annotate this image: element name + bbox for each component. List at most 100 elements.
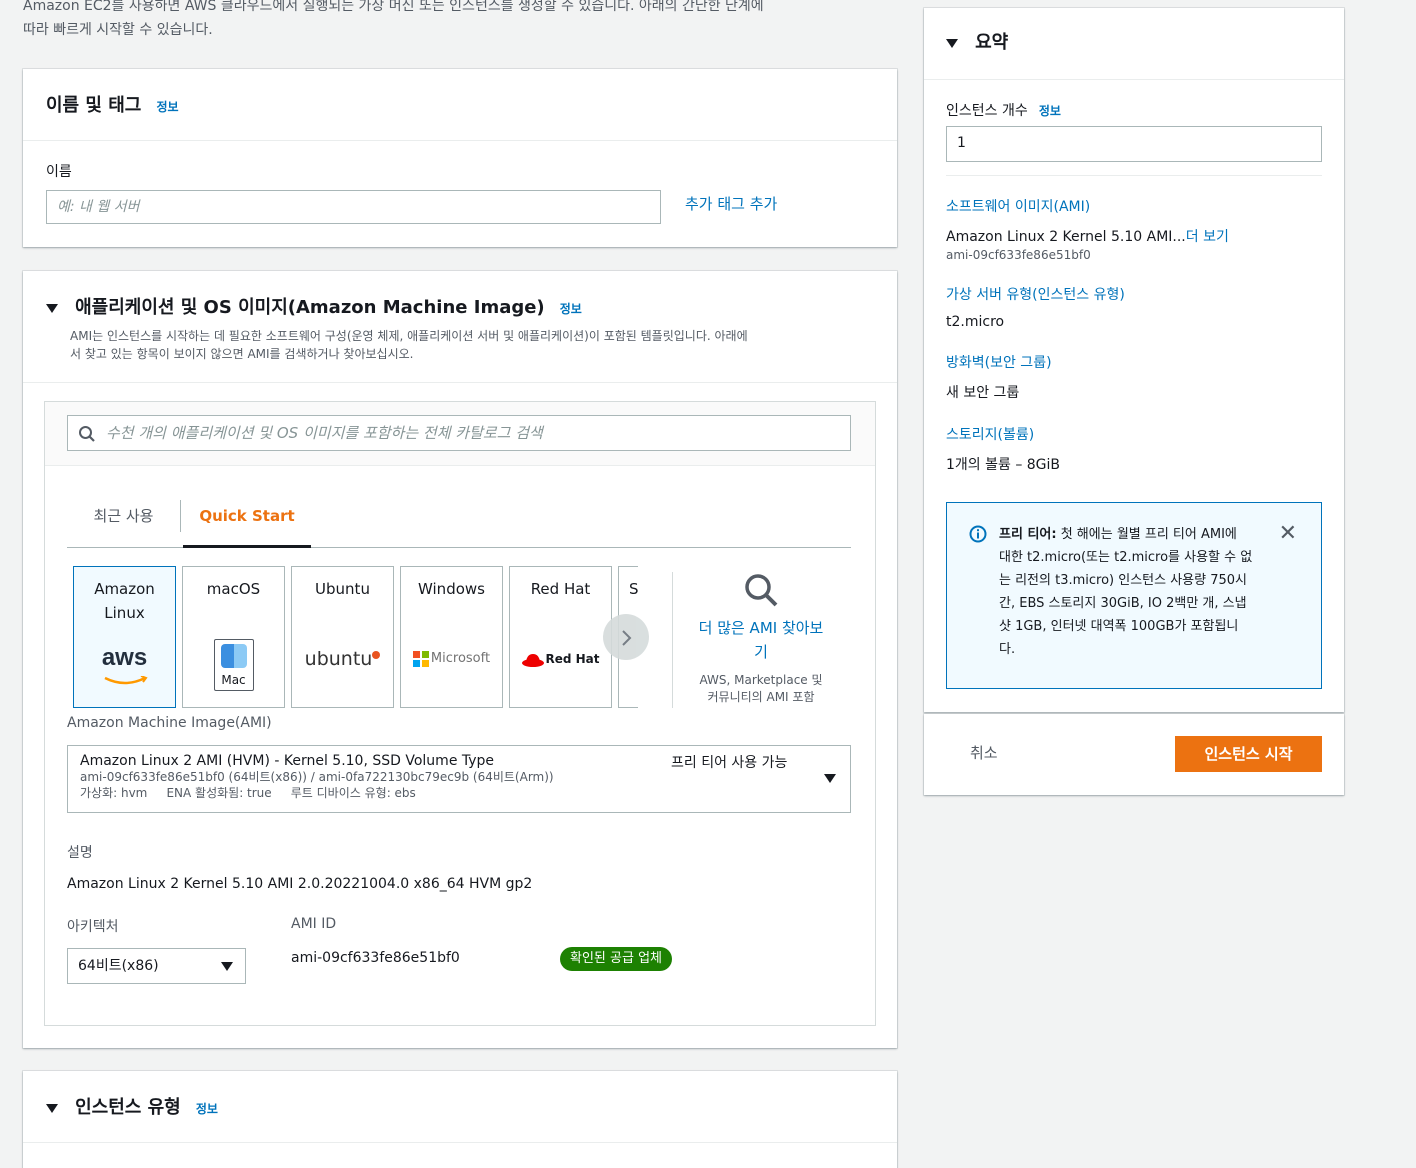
ami-select[interactable]: Amazon Linux 2 AMI (HVM) - Kernel 5.10, … [67, 745, 851, 813]
ami-tabs: 최근 사용 Quick Start [67, 498, 851, 548]
free-tier-alert-line: 간, EBS 스토리지 30GiB, IO 2백만 개, 스냅 [999, 596, 1247, 611]
summary-body: 인스턴스 개수 정보 1 소프트웨어 이미지(AMI) Amazon Linux… [946, 80, 1322, 474]
instance-type-title: 인스턴스 유형 [75, 1097, 181, 1118]
summary-panel: 요약 인스턴스 개수 정보 1 소프트웨어 이미지(AMI) Amazon Li… [924, 8, 1344, 712]
aws-smile-icon [103, 675, 148, 685]
add-tag-link[interactable]: 추가 태그 추가 [685, 193, 777, 214]
ami-header: 애플리케이션 및 OS 이미지(Amazon Machine Image) 정보… [23, 271, 897, 383]
ami-select-label: Amazon Machine Image(AMI) [67, 715, 272, 731]
summary-title: 요약 [975, 32, 1009, 53]
summary-header: 요약 [924, 8, 1344, 80]
close-icon[interactable]: ✕ [1279, 523, 1297, 545]
tab-recent[interactable]: 최근 사용 [67, 498, 180, 548]
chevron-right-icon [622, 629, 632, 646]
free-tier-alert-line: 는 리전의 t3.micro) 인스턴스 사용량 750시 [999, 573, 1248, 588]
browse-more-subtext: AWS, Marketplace 및 커뮤니티의 AMI 포함 [685, 672, 837, 706]
tile-label: Ubuntu [315, 580, 370, 598]
microsoft-logo-text: Microsoft [430, 651, 491, 666]
collapse-caret-icon[interactable] [946, 39, 958, 48]
verified-provider-badge: 확인된 공급 업체 [560, 947, 672, 971]
cancel-button[interactable]: 취소 [970, 742, 998, 763]
tile-macos[interactable]: macOS Mac [182, 566, 285, 708]
info-icon [969, 525, 987, 543]
name-input[interactable]: 예: 내 웹 서버 [46, 190, 661, 224]
summary-footer: 취소 인스턴스 시작 [924, 714, 1344, 795]
browse-more-link-line-1: 더 많은 AMI 찾아보 [698, 619, 824, 637]
search-area: 수천 개의 애플리케이션 및 OS 이미지를 포함하는 전체 카탈로그 검색 [45, 402, 875, 466]
browse-more-subtext-line-2: 커뮤니티의 AMI 포함 [707, 690, 815, 704]
free-tier-alert-line: 대한 t2.micro(또는 t2.micro를 사용할 수 없 [999, 550, 1253, 565]
free-tier-alert-line: 샷 1GB, 인터넷 대역폭 100GB가 포함됩니 [999, 619, 1239, 634]
tiles-next-button[interactable] [603, 614, 649, 660]
free-tier-alert-line: 다. [999, 642, 1016, 657]
intro-line-2: 따라 빠르게 시작할 수 있습니다. [23, 22, 213, 38]
summary-ami-more-link[interactable]: 더 보기 [1186, 229, 1229, 245]
tile-label: Red Hat [530, 580, 591, 598]
free-tier-alert-title: 프리 티어: [999, 527, 1057, 542]
name-tags-header: 이름 및 태그 정보 [23, 69, 897, 141]
name-input-placeholder: 예: 내 웹 서버 [57, 199, 140, 215]
chevron-down-icon [221, 962, 233, 971]
summary-firewall-value: 새 보안 그룹 [946, 385, 1020, 401]
tiles-separator [672, 572, 673, 708]
tile-red-hat[interactable]: Red Hat Red Hat [509, 566, 612, 708]
launch-instance-button[interactable]: 인스턴스 시작 [1175, 736, 1322, 772]
intro-text: Amazon EC2를 사용하면 AWS 클라우드에서 실행되는 가상 머신 또… [23, 0, 903, 42]
search-icon [79, 426, 95, 442]
ami-id-value: ami-09cf633fe86e51bf0 [291, 950, 460, 966]
name-tags-info-link[interactable]: 정보 [156, 100, 178, 114]
instance-type-info-link[interactable]: 정보 [196, 1102, 218, 1116]
intro-line-1: Amazon EC2를 사용하면 AWS 클라우드에서 실행되는 가상 머신 또… [23, 0, 764, 14]
name-tags-panel: 이름 및 태그 정보 이름 예: 내 웹 서버 추가 태그 추가 [23, 69, 897, 247]
browse-more-amis[interactable]: 더 많은 AMI 찾아보 기 AWS, Marketplace 및 커뮤니티의 … [685, 572, 837, 706]
architecture-select[interactable]: 64비트(x86) [67, 948, 246, 984]
collapse-caret-icon[interactable] [46, 1104, 58, 1113]
tile-label: S [629, 580, 638, 598]
ami-search-placeholder: 수천 개의 애플리케이션 및 OS 이미지를 포함하는 전체 카탈로그 검색 [106, 424, 543, 442]
description-label: 설명 [67, 845, 93, 861]
mac-logo-icon: Mac [183, 639, 284, 698]
summary-storage-link[interactable]: 스토리지(볼륨) [946, 427, 1034, 443]
ami-id-label: AMI ID [291, 916, 337, 932]
instance-count-info-link[interactable]: 정보 [1039, 104, 1061, 118]
tab-separator [180, 500, 181, 532]
ami-description: AMI는 인스턴스를 시작하는 데 필요한 소프트웨어 구성(운영 체제, 애플… [70, 327, 874, 363]
summary-storage-value: 1개의 볼륨 – 8GiB [946, 457, 1061, 473]
ami-info-link[interactable]: 정보 [560, 302, 582, 316]
redhat-hat-icon [522, 653, 545, 667]
ami-search-input[interactable]: 수천 개의 애플리케이션 및 OS 이미지를 포함하는 전체 카탈로그 검색 [67, 415, 851, 451]
summary-ami-value: Amazon Linux 2 Kernel 5.10 AMI... [946, 229, 1186, 245]
instance-count-label: 인스턴스 개수 [946, 103, 1028, 119]
mac-logo-text: Mac [221, 673, 246, 687]
ubuntu-logo-text: ubuntu [304, 648, 373, 670]
microsoft-logo-icon: Microsoft [401, 647, 502, 671]
architecture-label: 아키텍처 [67, 919, 119, 935]
search-icon [745, 574, 778, 607]
free-tier-alert-line: 첫 해에는 월별 프리 티어 AMI에 [1056, 527, 1237, 542]
ami-catalog-box: 수천 개의 애플리케이션 및 OS 이미지를 포함하는 전체 카탈로그 검색 최… [45, 402, 875, 1025]
tile-ubuntu[interactable]: Ubuntu ubuntu [291, 566, 394, 708]
tile-amazon-linux[interactable]: Amazon Linux aws [73, 566, 176, 708]
collapse-caret-icon[interactable] [46, 304, 58, 313]
summary-instance-type-value: t2.micro [946, 314, 1005, 330]
tile-label: Amazon [94, 580, 155, 598]
ubuntu-logo-icon: ubuntu [292, 647, 393, 672]
architecture-value: 64비트(x86) [78, 958, 159, 974]
tile-label: Linux [104, 604, 145, 622]
instance-type-header: 인스턴스 유형 정보 [23, 1071, 897, 1143]
tab-quick-start[interactable]: Quick Start [183, 498, 311, 548]
free-tier-alert: 프리 티어: 첫 해에는 월별 프리 티어 AMI에 대한 t2.micro(또… [946, 502, 1322, 689]
summary-ami-id: ami-09cf633fe86e51bf0 [946, 248, 1091, 262]
summary-instance-type-link[interactable]: 가상 서버 유형(인스턴스 유형) [946, 287, 1125, 303]
summary-ami-link[interactable]: 소프트웨어 이미지(AMI) [946, 199, 1090, 215]
chevron-down-icon [824, 774, 836, 783]
instance-count-input[interactable]: 1 [946, 126, 1322, 162]
instance-count-value: 1 [957, 135, 966, 151]
redhat-logo-icon: Red Hat [510, 647, 611, 671]
summary-firewall-link[interactable]: 방화벽(보안 그룹) [946, 355, 1052, 371]
browse-more-link[interactable]: 더 많은 AMI 찾아보 기 [685, 616, 837, 664]
ami-title: 애플리케이션 및 OS 이미지(Amazon Machine Image) [75, 297, 545, 318]
ami-selected-attrs: 가상화: hvm ENA 활성화됨: true 루트 디바이스 유형: ebs [80, 786, 416, 800]
description-value: Amazon Linux 2 Kernel 5.10 AMI 2.0.20221… [67, 876, 533, 892]
tile-windows[interactable]: Windows Microsoft [400, 566, 503, 708]
